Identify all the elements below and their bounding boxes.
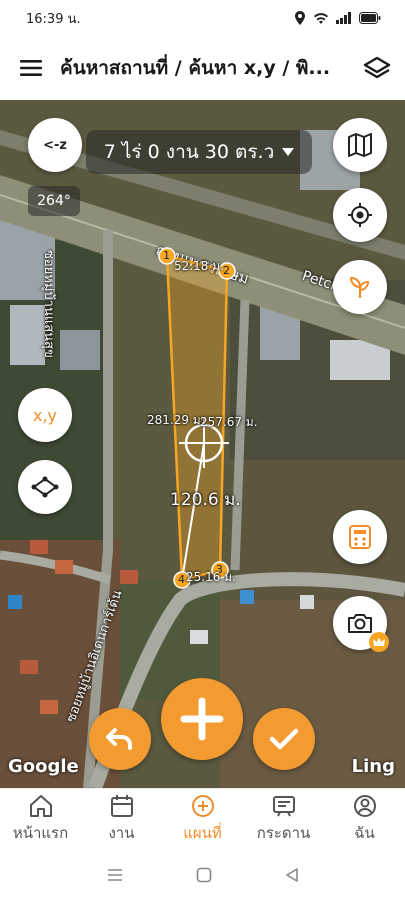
plant-button[interactable] — [333, 260, 387, 314]
compass-button[interactable]: <-z — [28, 118, 82, 172]
profile-icon — [353, 795, 376, 817]
side-label-4: 25.16 ม. — [186, 570, 236, 584]
area-value: 7 ไร่ 0 งาน 30 ตร.ว — [103, 141, 275, 163]
gps-target-icon — [348, 203, 372, 227]
my-location-button[interactable] — [333, 188, 387, 242]
dropdown-arrow-icon — [282, 148, 295, 156]
calendar-icon — [110, 795, 133, 817]
calculator-button[interactable] — [333, 510, 387, 564]
nav-work-label: งาน — [108, 824, 135, 842]
nav-me[interactable]: ฉัน — [324, 789, 405, 850]
polygon-shape-icon — [31, 476, 59, 498]
check-icon — [269, 728, 299, 750]
wifi-icon — [314, 12, 328, 24]
layers-icon[interactable] — [363, 56, 391, 80]
side-label-2: 281.29 ม. — [147, 413, 205, 427]
hamburger-menu-icon[interactable] — [20, 59, 42, 77]
compass-label: <-z — [43, 137, 67, 153]
back-icon[interactable] — [285, 867, 299, 883]
map-view[interactable]: ถนนเพชรเกษม Petchkase ซอยหมู่บ้านแสนสุข … — [0, 100, 405, 788]
side-label-1: 52.18 ม. — [174, 259, 224, 273]
plus-icon — [180, 697, 224, 741]
camera-icon — [348, 614, 372, 633]
camera-button[interactable] — [333, 596, 389, 652]
confirm-button[interactable] — [253, 708, 315, 770]
location-icon — [295, 11, 305, 25]
bearing-readout: 264° — [28, 186, 80, 216]
vertex-2-label: 2 — [223, 264, 230, 277]
system-nav-bar — [0, 850, 405, 900]
home-icon — [29, 795, 52, 817]
signal-icon — [336, 12, 351, 24]
add-point-button[interactable] — [161, 678, 243, 760]
page-title[interactable]: ค้นหาสถานที่ / ค้นหา x,y / พิ... — [60, 53, 363, 83]
vertex-4-label: 4 — [178, 573, 185, 586]
nav-map-label: แผนที่ — [183, 824, 222, 842]
nav-map[interactable]: แผนที่ — [162, 789, 243, 850]
nav-home-label: หน้าแรก — [12, 824, 69, 842]
home-system-icon[interactable] — [196, 867, 212, 883]
map-type-button[interactable] — [333, 118, 387, 172]
map-icon — [348, 133, 372, 157]
nav-board-label: กระดาน — [256, 824, 311, 842]
google-logo: Google — [8, 756, 79, 777]
polygon-shape-button[interactable] — [18, 460, 72, 514]
vertex-1-label: 1 — [163, 249, 170, 262]
area-selector[interactable]: 7 ไร่ 0 งาน 30 ตร.ว — [86, 130, 312, 174]
xy-button[interactable]: x,y — [18, 388, 72, 442]
status-bar: 16:39 น. — [0, 0, 405, 36]
side-label-3: 257.67 ม. — [200, 415, 258, 429]
bottom-nav: หน้าแรก งาน แผนที่ กระดาน ฉัน — [0, 788, 405, 850]
calculator-icon — [349, 525, 371, 549]
nav-board[interactable]: กระดาน — [243, 789, 324, 850]
status-icons — [294, 11, 381, 25]
recent-apps-icon[interactable] — [107, 868, 123, 882]
ling-logo: Ling — [351, 756, 395, 777]
battery-icon — [359, 12, 381, 24]
nav-work[interactable]: งาน — [81, 789, 162, 850]
undo-icon — [106, 728, 132, 750]
premium-crown-icon — [369, 632, 389, 652]
add-circle-icon — [191, 795, 214, 817]
app-bar: ค้นหาสถานที่ / ค้นหา x,y / พิ... — [0, 36, 405, 100]
xy-label: x,y — [32, 405, 58, 425]
sprout-icon — [349, 276, 370, 298]
nav-me-label: ฉัน — [354, 824, 375, 842]
board-icon — [272, 796, 295, 817]
undo-button[interactable] — [89, 708, 151, 770]
status-time: 16:39 น. — [26, 11, 81, 27]
measure-label: 120.6 ม. — [170, 490, 241, 510]
nav-home[interactable]: หน้าแรก — [0, 789, 81, 850]
